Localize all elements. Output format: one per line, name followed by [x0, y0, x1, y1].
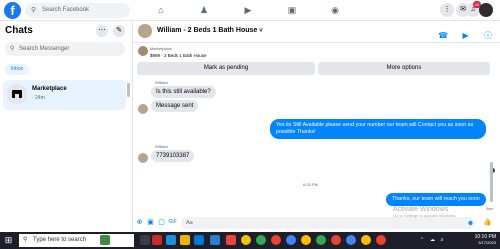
conversation-item-marketplace[interactable]: Marketplace · 24m: [3, 80, 126, 110]
search-icon: ⚲: [31, 7, 37, 14]
groups-icon[interactable]: ◉: [327, 3, 343, 18]
plus-icon[interactable]: ⊕: [135, 218, 144, 227]
sidebar-scrollbar[interactable]: [127, 83, 130, 97]
chats-title: Chats: [5, 25, 33, 36]
volume-icon[interactable]: ♬: [440, 237, 445, 243]
chrome-icon[interactable]: [376, 235, 386, 245]
app-icon[interactable]: [152, 235, 162, 245]
incoming-message[interactable]: Message sent: [151, 100, 199, 112]
activate-windows-watermark: Activate Windows Go to Settings to activ…: [393, 206, 456, 218]
taskbar-search-input[interactable]: ⚲ Type here to search: [19, 234, 134, 247]
chrome-icon[interactable]: [271, 235, 281, 245]
watch-icon[interactable]: ▶: [240, 3, 256, 18]
widget-icon[interactable]: [100, 235, 110, 245]
app-icon[interactable]: [226, 235, 236, 245]
chrome-icon[interactable]: [331, 235, 341, 245]
search-icon: ⚲: [23, 237, 28, 243]
chrome-icon[interactable]: [241, 235, 251, 245]
chats-sidebar: Chats ⋯ ✎ ⚲ Search Messenger Inbox Marke…: [0, 21, 133, 232]
chat-title[interactable]: William - 2 Beds 1 Bath House ˅: [157, 27, 263, 34]
watermark-title: Activate Windows: [393, 206, 449, 213]
profile-avatar[interactable]: [479, 3, 493, 17]
tray-chevron-icon[interactable]: ⌃: [420, 237, 424, 243]
outgoing-message[interactable]: Yes its Still Available please send your…: [270, 119, 486, 139]
chevron-down-icon: ˅: [259, 28, 263, 34]
watermark-subtitle: Go to Settings to activate Windows.: [393, 213, 457, 218]
windows-taskbar: ⊞ ⚲ Type here to search ⌃ ☁ ♬ 10:10 PM 3…: [0, 232, 500, 249]
incoming-message[interactable]: 7739103387: [151, 150, 195, 162]
listing-thumbnail: [138, 46, 148, 56]
search-icon: ⚲: [10, 46, 15, 52]
conversation-time: · 24m: [32, 95, 45, 101]
marketplace-listing-info: Marketplace $999 · 2 Beds 1 Bath House: [133, 44, 500, 60]
more-options-button[interactable]: More options: [318, 62, 490, 75]
video-icon[interactable]: ▶: [459, 30, 473, 42]
network-icon[interactable]: ☁: [430, 237, 435, 243]
search-facebook-input[interactable]: ⚲ Search Facebook: [25, 3, 130, 18]
facebook-logo[interactable]: f: [4, 2, 21, 19]
chrome-icon[interactable]: [256, 235, 266, 245]
taskbar-search-placeholder: Type here to search: [33, 237, 87, 243]
new-message-icon[interactable]: ✎: [113, 25, 125, 37]
chrome-icon[interactable]: [301, 235, 311, 245]
outgoing-message[interactable]: Thanks, our team will reach you soon: [386, 193, 486, 206]
marketplace-store-icon: [7, 84, 27, 104]
friends-icon[interactable]: ♟: [196, 3, 212, 18]
conversation-name: Marketplace: [32, 86, 67, 92]
image-icon[interactable]: ▣: [146, 218, 155, 227]
message-input[interactable]: Aa: [181, 217, 475, 229]
chrome-icon[interactable]: [346, 235, 356, 245]
gif-icon[interactable]: GIF: [168, 218, 177, 227]
contact-avatar-small: [138, 153, 148, 163]
incoming-message[interactable]: Is this still available?: [151, 86, 216, 98]
windows-start-icon[interactable]: ⊞: [3, 235, 14, 246]
like-icon[interactable]: 👍: [483, 218, 492, 227]
contact-avatar[interactable]: [138, 24, 152, 38]
marketplace-icon[interactable]: ▣: [284, 3, 300, 18]
sent-status: Sent: [486, 207, 494, 211]
marketplace-label: Marketplace: [150, 46, 172, 51]
task-view-icon[interactable]: [140, 235, 150, 245]
system-clock[interactable]: 10:10 PM 3/17/2023: [475, 234, 496, 245]
message-timestamp: 6:33 PM: [303, 182, 318, 187]
chat-title-text: William - 2 Beds 1 Bath House: [157, 27, 258, 34]
contact-avatar-small: [138, 104, 148, 114]
sender-name: William: [155, 144, 168, 149]
chrome-icon[interactable]: [316, 235, 326, 245]
message-scrollbar[interactable]: [490, 162, 493, 202]
home-icon[interactable]: ⌂: [153, 3, 169, 18]
top-navigation-bar: f ⚲ Search Facebook ⌂ ♟ ▶ ▣ ◉ ⋮ ✉ ♫ 20: [0, 0, 500, 21]
info-icon[interactable]: ⓘ: [481, 30, 495, 42]
mail-icon[interactable]: [210, 235, 220, 245]
mark-as-pending-button[interactable]: Mark as pending: [137, 62, 315, 75]
tab-inbox[interactable]: Inbox: [5, 64, 29, 75]
file-explorer-icon[interactable]: [180, 235, 190, 245]
clock-date: 3/17/2023: [478, 240, 496, 245]
sticker-icon[interactable]: ▢: [157, 218, 166, 227]
store-icon[interactable]: [194, 235, 204, 245]
listing-price-title: $999 · 2 Beds 1 Bath House: [150, 53, 207, 58]
chrome-icon[interactable]: [286, 235, 296, 245]
phone-icon[interactable]: ☎: [436, 30, 450, 42]
chrome-icon[interactable]: [361, 235, 371, 245]
search-placeholder: Search Facebook: [42, 7, 90, 13]
search-messenger-input[interactable]: ⚲ Search Messenger: [5, 42, 125, 56]
emoji-icon[interactable]: ☻: [466, 219, 475, 228]
chat-header: William - 2 Beds 1 Bath House ˅ ☎ ▶ ⓘ: [133, 21, 500, 43]
edge-icon[interactable]: [166, 235, 176, 245]
menu-grid-icon[interactable]: ⋮: [440, 3, 454, 17]
search-messenger-placeholder: Search Messenger: [19, 46, 70, 52]
sender-name: William: [155, 80, 168, 85]
options-icon[interactable]: ⋯: [96, 25, 108, 37]
